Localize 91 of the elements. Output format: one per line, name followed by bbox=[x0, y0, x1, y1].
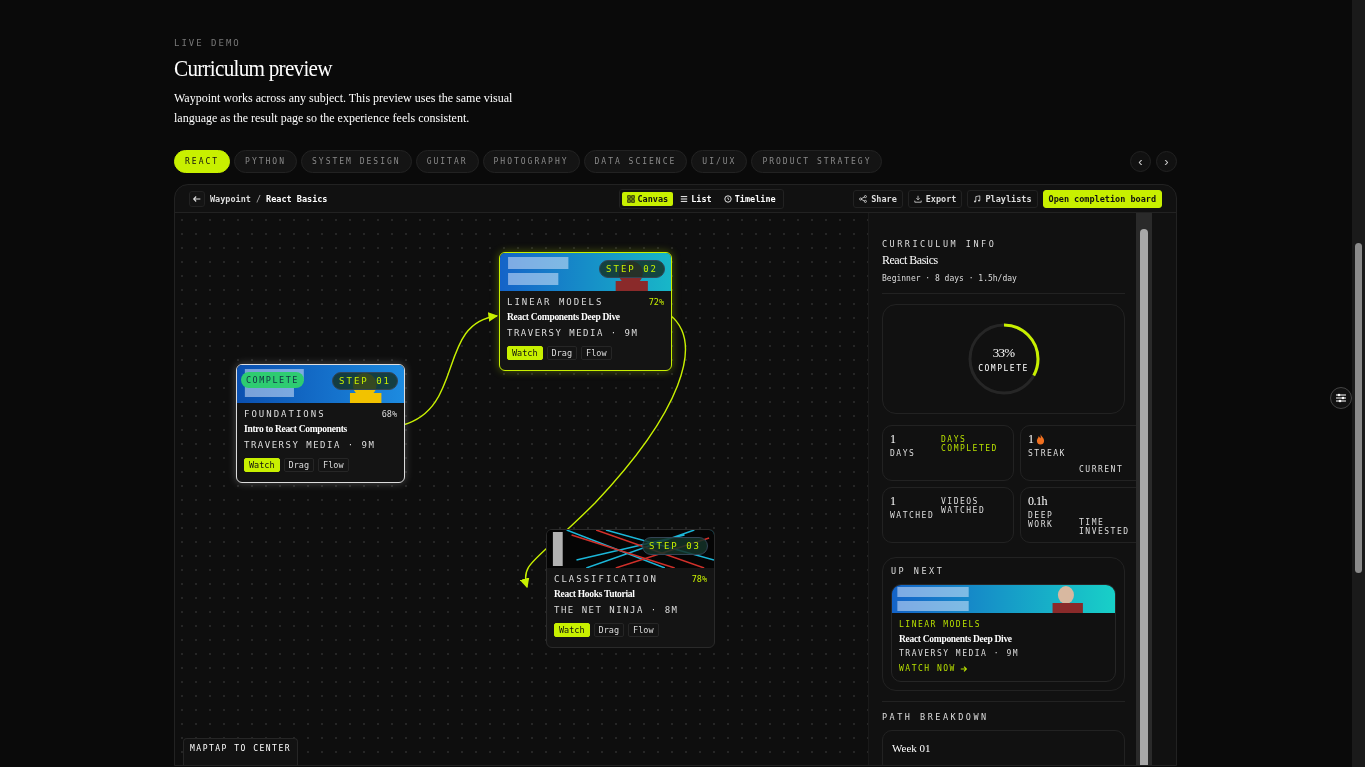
page-scrollbar[interactable] bbox=[1352, 0, 1365, 767]
toolbar-button[interactable]: Playlists bbox=[967, 189, 1038, 208]
video-meta: THE NET NINJA · 8M bbox=[554, 605, 680, 615]
watch-now-link[interactable]: WATCH NOW bbox=[899, 664, 956, 673]
stat-value: 1 bbox=[890, 493, 896, 509]
stat-label: DEEP WORK bbox=[1028, 511, 1055, 529]
step-card[interactable]: COMPLETE STEP 01 FOUNDATIONS 68% Intro to React Components TRAVERSY MEDIA · 9M Watch Drag Flow bbox=[236, 364, 405, 483]
subject-tab[interactable]: PRODUCT STRATEGY bbox=[751, 150, 883, 173]
subject-tab[interactable]: UI/UX bbox=[691, 150, 748, 173]
video-title: React Components Deep Dive bbox=[899, 634, 1013, 644]
card-action[interactable]: Drag bbox=[546, 346, 578, 360]
video-title: React Hooks Tutorial bbox=[554, 589, 636, 599]
subject-tab[interactable]: PHOTOGRAPHY bbox=[482, 150, 580, 173]
completion-board-button[interactable]: Open completion board bbox=[1042, 189, 1162, 208]
back-button[interactable] bbox=[189, 190, 205, 207]
view-tab[interactable]: Timeline bbox=[718, 191, 781, 206]
list-icon bbox=[680, 194, 689, 203]
stat-caption: TIME INVESTED bbox=[1079, 518, 1131, 536]
clock-icon bbox=[723, 194, 732, 203]
step-badge: STEP 02 bbox=[599, 260, 665, 278]
breadcrumb-link[interactable]: Waypoint bbox=[210, 193, 251, 204]
view-tab[interactable]: Canvas bbox=[621, 191, 674, 206]
step-badge: STEP 01 bbox=[332, 372, 398, 390]
video-title: Intro to React Components bbox=[244, 424, 348, 434]
card-action[interactable]: Drag bbox=[283, 458, 315, 472]
video-card[interactable]: LINEAR MODELS React Components Deep Dive TRAVERSY MEDIA · 9M WATCH NOW bbox=[891, 584, 1116, 682]
card-action[interactable]: Watch bbox=[507, 346, 543, 360]
scrollbar[interactable] bbox=[1136, 213, 1152, 765]
progress-label: COMPLETE bbox=[978, 364, 1029, 373]
stat-value: 1 bbox=[1028, 431, 1034, 447]
subject-tab[interactable]: GUITAR bbox=[415, 150, 479, 173]
curriculum-name: React Basics bbox=[882, 253, 939, 268]
stat-value: 1 bbox=[890, 431, 896, 447]
section-heading: PATH BREAKDOWN bbox=[882, 712, 990, 722]
next-button[interactable]: › bbox=[1156, 151, 1177, 172]
arrow-icon bbox=[959, 664, 968, 673]
stat-caption: VIDEOS WATCHED bbox=[941, 497, 987, 515]
card-action[interactable]: Drag bbox=[593, 623, 625, 637]
eyebrow: LIVE DEMO bbox=[174, 38, 242, 48]
breadcrumb-current: React Basics bbox=[266, 193, 328, 204]
card-action[interactable]: Flow bbox=[581, 346, 612, 360]
section-heading: UP NEXT bbox=[891, 566, 946, 576]
previous-button[interactable]: ‹ bbox=[1130, 151, 1151, 172]
card-action[interactable]: Watch bbox=[554, 623, 590, 637]
subject-tab[interactable]: SYSTEM DESIGN bbox=[301, 150, 412, 173]
back-arrow-icon bbox=[192, 193, 202, 204]
page-title: Curriculum preview bbox=[174, 56, 334, 82]
week-card[interactable]: Week 01 bbox=[882, 730, 1125, 765]
view-tab[interactable]: List bbox=[675, 191, 717, 206]
breadcrumb-separator: / bbox=[255, 193, 262, 204]
share-icon bbox=[859, 194, 868, 203]
stat-label: WATCHED bbox=[890, 511, 935, 520]
subject-tab[interactable]: REACT bbox=[174, 150, 231, 173]
curriculum-details: Beginner · 8 days · 1.5h/day bbox=[882, 274, 1018, 283]
sliders-icon bbox=[1335, 392, 1347, 404]
stat-caption: DAYS COMPLETED bbox=[941, 435, 999, 453]
video-meta: TRAVERSY MEDIA · 9M bbox=[899, 649, 1020, 658]
toolbar-button[interactable]: Export bbox=[907, 189, 963, 208]
toolbar-button[interactable]: Share bbox=[853, 189, 903, 208]
step-card[interactable]: STEP 03 CLASSIFICATION 78% React Hooks Tutorial THE NET NINJA · 8M Watch Drag Flow bbox=[546, 529, 715, 648]
section-heading: CURRICULUM INFO bbox=[882, 239, 998, 249]
topic-label: LINEAR MODELS bbox=[507, 297, 604, 307]
page-description: Waypoint works across any subject. This preview uses the same visual language as the result page so the experience feels consistent. bbox=[174, 90, 514, 127]
step-card[interactable]: STEP 02 LINEAR MODELS 72% React Components Deep Dive TRAVERSY MEDIA · 9M Watch Drag Flow bbox=[499, 252, 672, 371]
stat-label: STREAK bbox=[1028, 449, 1067, 458]
minimap-label[interactable]: MAPTAP TO CENTER bbox=[183, 738, 299, 765]
progress-percent: 68% bbox=[381, 409, 397, 419]
progress-value: 33% bbox=[992, 345, 1015, 361]
topic-label: LINEAR MODELS bbox=[899, 620, 983, 629]
video-title: React Components Deep Dive bbox=[507, 312, 621, 322]
card-action[interactable]: Flow bbox=[628, 623, 659, 637]
week-title: Week 01 bbox=[892, 742, 931, 754]
stat-caption: CURRENT bbox=[1079, 465, 1125, 474]
progress-percent: 72% bbox=[648, 297, 664, 307]
stat-value: 0.1h bbox=[1028, 493, 1047, 509]
filter-button[interactable] bbox=[1330, 387, 1352, 409]
subject-tab[interactable]: DATA SCIENCE bbox=[583, 150, 688, 173]
step-badge: STEP 03 bbox=[642, 537, 708, 555]
video-meta: TRAVERSY MEDIA · 9M bbox=[507, 328, 640, 338]
stat-label: DAYS bbox=[890, 449, 917, 458]
progress-percent: 78% bbox=[691, 574, 707, 584]
card-action[interactable]: Flow bbox=[318, 458, 349, 472]
video-meta: TRAVERSY MEDIA · 9M bbox=[244, 440, 377, 450]
subject-tab[interactable]: PYTHON bbox=[234, 150, 297, 173]
topic-label: FOUNDATIONS bbox=[244, 409, 326, 419]
music-icon bbox=[973, 194, 982, 203]
download-icon bbox=[913, 194, 922, 203]
grid-icon bbox=[626, 194, 635, 203]
topic-label: CLASSIFICATION bbox=[554, 574, 658, 584]
complete-badge: COMPLETE bbox=[241, 372, 304, 388]
card-action[interactable]: Watch bbox=[244, 458, 280, 472]
